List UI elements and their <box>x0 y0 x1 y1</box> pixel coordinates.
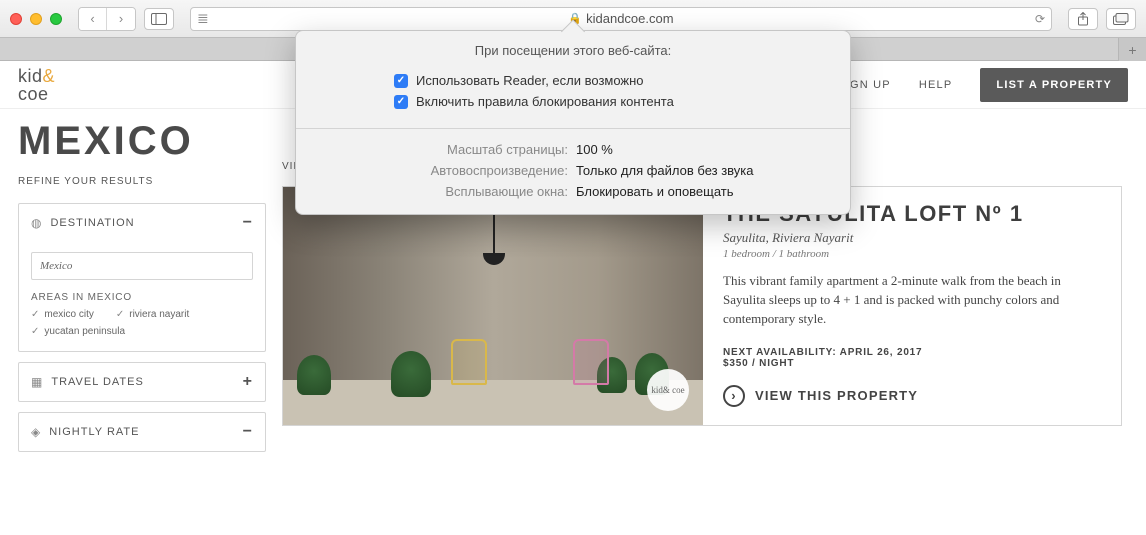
area-item[interactable]: yucatan peninsula <box>31 326 125 337</box>
reader-icon[interactable]: ≣ <box>197 10 209 27</box>
filter-destination: ◍ DESTINATION − AREAS IN MEXICO mexico c… <box>18 203 266 352</box>
listing-description: This vibrant family apartment a 2-minute… <box>723 272 1101 329</box>
header-nav: SIGN UP HELP LIST A PROPERTY <box>837 68 1128 102</box>
forward-button[interactable]: › <box>107 8 135 30</box>
popup-label: Всплывающие окна: <box>316 184 576 199</box>
filter-travel-dates-header[interactable]: ▦ TRAVEL DATES + <box>19 363 265 401</box>
calendar-icon: ▦ <box>31 375 43 389</box>
refine-label: REFINE YOUR RESULTS <box>18 176 266 187</box>
logo-part-b: coe <box>18 84 49 104</box>
popover-settings-section: Масштаб страницы: 100 % Автовоспроизведе… <box>296 133 850 214</box>
reload-icon[interactable]: ⟳ <box>1035 12 1045 26</box>
address-bar[interactable]: ≣ 🔒 kidandcoe.com ⟳ <box>190 7 1052 31</box>
view-property-link[interactable]: › VIEW THIS PROPERTY <box>723 385 1101 407</box>
listing-image: kid& coe <box>283 187 703 425</box>
popover-separator <box>296 128 850 129</box>
content-blocker-checkbox-row[interactable]: ✓ Включить правила блокирования контента <box>394 94 674 109</box>
listing-price: $350 / NIGHT <box>723 358 1101 369</box>
autoplay-label: Автовоспроизведение: <box>316 163 576 178</box>
nav-help[interactable]: HELP <box>919 79 953 91</box>
popup-row[interactable]: Всплывающие окна: Блокировать и оповещат… <box>296 181 850 202</box>
sidebar-toggle-button[interactable] <box>144 8 174 30</box>
share-button[interactable] <box>1068 8 1098 30</box>
checkbox-checked-icon: ✓ <box>394 95 408 109</box>
reader-checkbox-row[interactable]: ✓ Использовать Reader, если возможно <box>394 73 644 88</box>
minimize-window-button[interactable] <box>30 13 42 25</box>
arrow-right-icon: › <box>723 385 745 407</box>
url-text: kidandcoe.com <box>586 11 673 26</box>
popover-checkbox-section: ✓ Использовать Reader, если возможно ✓ В… <box>296 64 850 124</box>
filter-destination-label: DESTINATION <box>50 217 134 229</box>
collapse-icon: − <box>243 423 253 441</box>
checkbox-checked-icon: ✓ <box>394 74 408 88</box>
filters-column: MEXICO REFINE YOUR RESULTS ◍ DESTINATION… <box>18 109 266 462</box>
listing-availability: NEXT AVAILABILITY: APRIL 26, 2017 <box>723 347 1101 358</box>
listing-info: THE SAYULITA LOFT Nº 1 Sayulita, Riviera… <box>703 187 1121 425</box>
new-tab-button[interactable]: + <box>1118 38 1146 61</box>
filter-destination-header[interactable]: ◍ DESTINATION − <box>19 204 265 242</box>
expand-icon: + <box>243 373 253 391</box>
filter-nightly-rate: ◈ NIGHTLY RATE − <box>18 412 266 452</box>
collapse-icon: − <box>243 214 253 232</box>
view-property-label: VIEW THIS PROPERTY <box>755 388 918 403</box>
window-controls <box>10 13 62 25</box>
listing-location: Sayulita, Riviera Nayarit <box>723 230 1101 246</box>
filter-nightly-rate-label: NIGHTLY RATE <box>49 426 139 438</box>
plant <box>391 351 431 397</box>
chair <box>573 339 609 385</box>
area-item[interactable]: mexico city <box>31 309 94 320</box>
areas-list: mexico city riviera nayarit yucatan peni… <box>31 309 253 337</box>
autoplay-value: Только для файлов без звука <box>576 163 754 178</box>
popup-value: Блокировать и оповещать <box>576 184 734 199</box>
zoom-row[interactable]: Масштаб страницы: 100 % <box>296 139 850 160</box>
nav-buttons: ‹ › <box>78 7 136 31</box>
filter-nightly-rate-header[interactable]: ◈ NIGHTLY RATE − <box>19 413 265 451</box>
autoplay-row[interactable]: Автовоспроизведение: Только для файлов б… <box>296 160 850 181</box>
listing-meta: 1 bedroom / 1 bathroom <box>723 248 1101 260</box>
content-blocker-checkbox-label: Включить правила блокирования контента <box>416 94 674 109</box>
filter-travel-dates: ▦ TRAVEL DATES + <box>18 362 266 402</box>
areas-label: AREAS IN MEXICO <box>31 292 253 303</box>
logo-part-a: kid <box>18 66 43 86</box>
popover-title: При посещении этого веб-сайта: <box>296 31 850 64</box>
share-icon <box>1077 12 1089 26</box>
tabs-button[interactable] <box>1106 8 1136 30</box>
tag-icon: ◈ <box>31 425 41 439</box>
site-logo[interactable]: kid&coe <box>18 67 55 103</box>
brand-badge: kid& coe <box>647 369 689 411</box>
close-window-button[interactable] <box>10 13 22 25</box>
website-settings-popover: При посещении этого веб-сайта: ✓ Использ… <box>295 30 851 215</box>
filter-destination-body: AREAS IN MEXICO mexico city riviera naya… <box>19 242 265 351</box>
logo-ampersand: & <box>43 66 56 86</box>
globe-icon: ◍ <box>31 216 42 230</box>
zoom-window-button[interactable] <box>50 13 62 25</box>
tabs-icon <box>1113 13 1129 25</box>
list-property-button[interactable]: LIST A PROPERTY <box>980 68 1128 102</box>
back-button[interactable]: ‹ <box>79 8 107 30</box>
reader-checkbox-label: Использовать Reader, если возможно <box>416 73 644 88</box>
area-item[interactable]: riviera nayarit <box>116 309 189 320</box>
filter-travel-dates-label: TRAVEL DATES <box>51 376 143 388</box>
zoom-value: 100 % <box>576 142 613 157</box>
page-title: MEXICO <box>18 119 266 164</box>
listing-card[interactable]: kid& coe THE SAYULITA LOFT Nº 1 Sayulita… <box>282 186 1122 426</box>
destination-input[interactable] <box>31 252 253 280</box>
zoom-label: Масштаб страницы: <box>316 142 576 157</box>
plant <box>297 355 331 395</box>
sidebar-icon <box>151 13 167 25</box>
chair <box>451 339 487 385</box>
